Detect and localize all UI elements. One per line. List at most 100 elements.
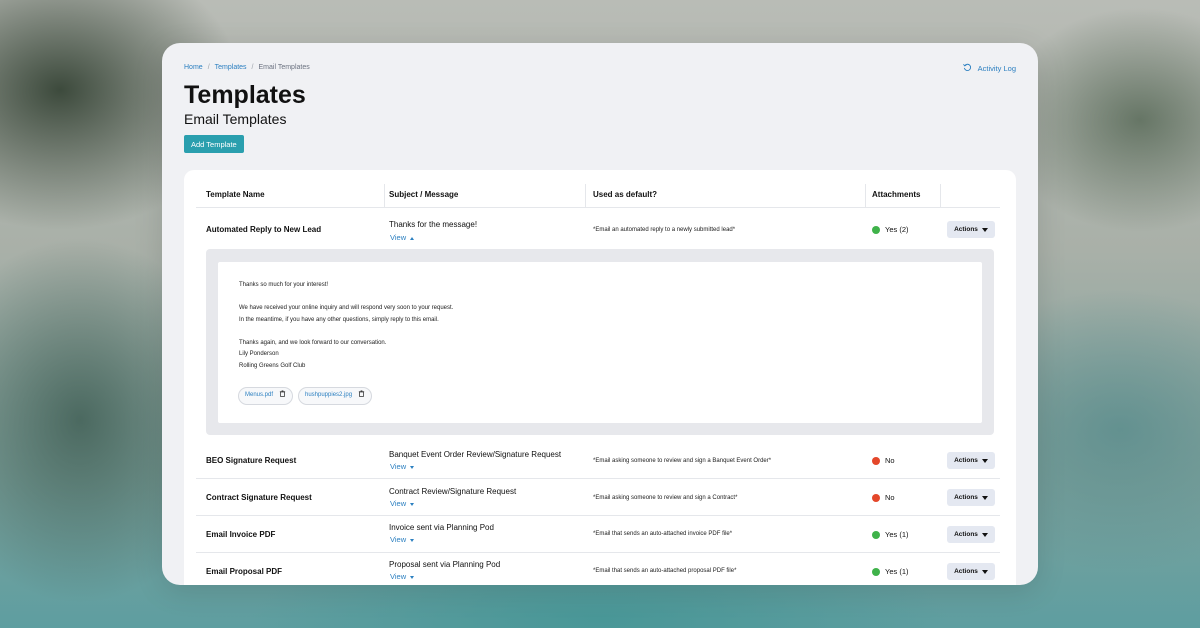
status-dot-icon xyxy=(872,493,880,502)
view-toggle[interactable]: View xyxy=(390,233,415,242)
used-as-default: *Email asking someone to review and sign… xyxy=(593,458,772,464)
main-card: Home / Templates / Email Templates Activ… xyxy=(162,43,1038,585)
view-label: View xyxy=(390,233,407,242)
attachments-count: Yes (2) xyxy=(885,225,909,234)
status-dot-icon xyxy=(872,530,880,539)
breadcrumb-separator: / xyxy=(207,64,210,71)
attachments-count: Yes (1) xyxy=(885,530,909,539)
preview-line: Thanks so much for your interest! xyxy=(239,282,329,288)
trash-icon[interactable] xyxy=(358,390,365,402)
view-toggle[interactable]: View xyxy=(390,535,415,544)
breadcrumb-home[interactable]: Home xyxy=(184,64,203,71)
column-divider xyxy=(865,184,866,208)
view-toggle[interactable]: View xyxy=(390,499,415,508)
attachment-chip[interactable]: hushpuppies2.jpg xyxy=(298,387,373,405)
email-preview: Thanks so much for your interest! We hav… xyxy=(218,262,982,423)
caret-down-icon xyxy=(410,465,415,469)
used-as-default: *Email an automated reply to a newly sub… xyxy=(593,227,736,233)
trash-icon[interactable] xyxy=(279,390,286,402)
caret-down-icon xyxy=(981,495,988,500)
add-template-button[interactable]: Add Template xyxy=(184,135,244,153)
column-divider xyxy=(940,184,941,208)
template-subject: Proposal sent via Planning Pod xyxy=(389,560,501,569)
template-name[interactable]: Email Proposal PDF xyxy=(206,567,282,576)
used-as-default: *Email that sends an auto-attached invoi… xyxy=(593,531,733,537)
attachments-status: No xyxy=(872,493,895,502)
view-toggle[interactable]: View xyxy=(390,572,415,581)
actions-label: Actions xyxy=(954,226,978,233)
actions-label: Actions xyxy=(954,494,978,501)
caret-down-icon xyxy=(981,227,988,232)
preview-line: In the meantime, if you have any other q… xyxy=(239,317,439,323)
used-as-default: *Email asking someone to review and sign… xyxy=(593,495,738,501)
status-dot-icon xyxy=(872,567,880,576)
breadcrumb-current: Email Templates xyxy=(258,64,310,71)
page-title: Templates xyxy=(184,81,306,109)
attachment-filename: Menus.pdf xyxy=(245,392,274,399)
activity-log-label: Activity Log xyxy=(977,64,1016,73)
actions-button[interactable]: Actions xyxy=(947,221,995,238)
column-divider xyxy=(384,184,385,208)
view-label: View xyxy=(390,572,407,581)
history-icon xyxy=(962,63,972,74)
caret-down-icon xyxy=(981,532,988,537)
caret-down-icon xyxy=(981,458,988,463)
template-name[interactable]: BEO Signature Request xyxy=(206,456,296,465)
caret-up-icon xyxy=(410,236,415,240)
attachments-status: Yes (2) xyxy=(872,225,909,234)
template-subject: Contract Review/Signature Request xyxy=(389,487,517,496)
breadcrumb-templates[interactable]: Templates xyxy=(215,64,247,71)
actions-label: Actions xyxy=(954,568,978,575)
attachments-status: Yes (1) xyxy=(872,567,909,576)
caret-down-icon xyxy=(981,569,988,574)
preview-line: Rolling Greens Golf Club xyxy=(239,363,306,369)
view-label: View xyxy=(390,535,407,544)
view-toggle[interactable]: View xyxy=(390,462,415,471)
status-dot-icon xyxy=(872,456,880,465)
actions-label: Actions xyxy=(954,531,978,538)
used-as-default: *Email that sends an auto-attached propo… xyxy=(593,568,737,574)
attachments-count: Yes (1) xyxy=(885,567,909,576)
preview-line: Lily Ponderson xyxy=(239,351,279,357)
caret-down-icon xyxy=(410,502,415,506)
divider xyxy=(196,552,1000,553)
actions-button[interactable]: Actions xyxy=(947,526,995,543)
attachments-status: No xyxy=(872,456,895,465)
attachments-count: No xyxy=(885,493,895,502)
caret-down-icon xyxy=(410,575,415,579)
template-preview-panel: Thanks so much for your interest! We hav… xyxy=(206,249,994,435)
template-name[interactable]: Contract Signature Request xyxy=(206,493,312,502)
header-subject: Subject / Message xyxy=(389,190,459,199)
attachment-filename: hushpuppies2.jpg xyxy=(305,392,353,399)
template-subject: Banquet Event Order Review/Signature Req… xyxy=(389,450,562,459)
header-attachments: Attachments xyxy=(872,190,921,199)
template-name[interactable]: Automated Reply to New Lead xyxy=(206,225,321,234)
divider xyxy=(196,207,1000,208)
preview-line: We have received your online inquiry and… xyxy=(239,305,454,311)
attachment-chip[interactable]: Menus.pdf xyxy=(238,387,294,405)
actions-button[interactable]: Actions xyxy=(947,563,995,580)
breadcrumb-separator: / xyxy=(251,64,254,71)
view-label: View xyxy=(390,499,407,508)
breadcrumb: Home / Templates / Email Templates xyxy=(184,64,310,71)
status-dot-icon xyxy=(872,225,880,234)
activity-log-link[interactable]: Activity Log xyxy=(962,63,1016,74)
column-divider xyxy=(585,184,586,208)
actions-button[interactable]: Actions xyxy=(947,452,995,469)
templates-table: Template Name Subject / Message Used as … xyxy=(184,170,1016,585)
template-subject: Thanks for the message! xyxy=(389,220,478,229)
actions-label: Actions xyxy=(954,457,978,464)
header-template-name: Template Name xyxy=(206,190,265,199)
actions-button[interactable]: Actions xyxy=(947,489,995,506)
table-header: Template Name Subject / Message Used as … xyxy=(184,184,1016,208)
attachments-status: Yes (1) xyxy=(872,530,909,539)
attachments-count: No xyxy=(885,456,895,465)
template-subject: Invoice sent via Planning Pod xyxy=(389,523,494,532)
divider xyxy=(196,478,1000,479)
template-name[interactable]: Email Invoice PDF xyxy=(206,530,275,539)
page-subtitle: Email Templates xyxy=(184,111,287,127)
divider xyxy=(196,515,1000,516)
header-used-default: Used as default? xyxy=(593,190,658,199)
caret-down-icon xyxy=(410,538,415,542)
view-label: View xyxy=(390,462,407,471)
